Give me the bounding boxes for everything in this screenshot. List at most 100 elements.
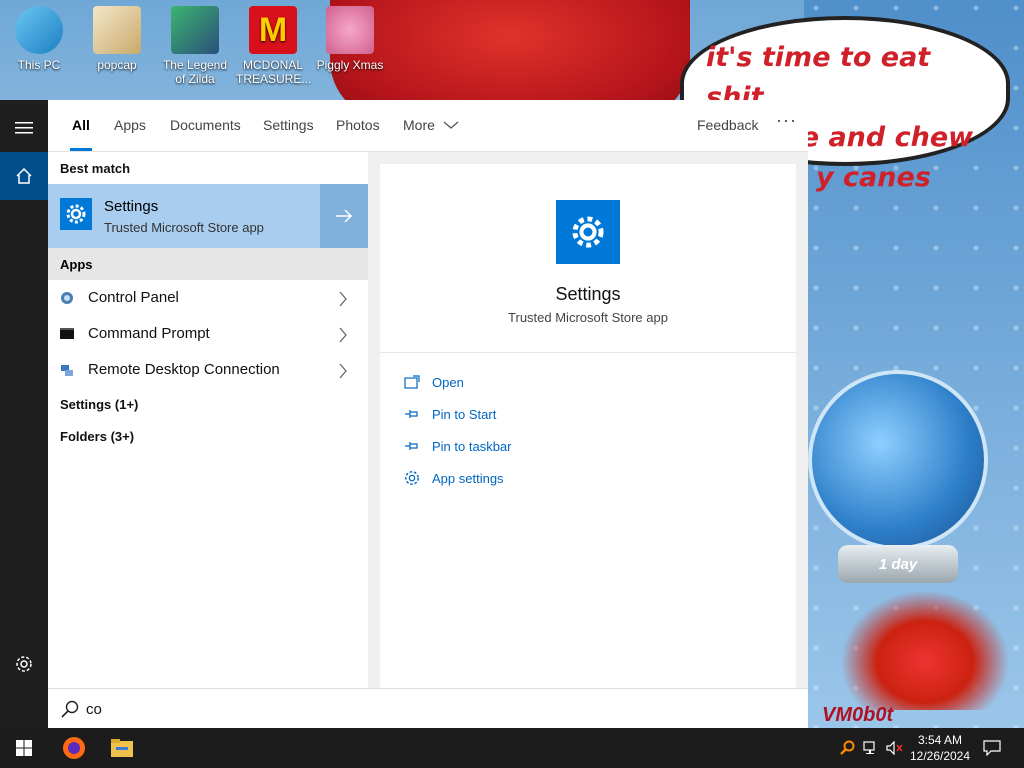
category-settings[interactable]: Settings (1+) <box>60 397 138 412</box>
globe-label: 1 day <box>878 555 918 573</box>
best-match-settings[interactable]: Settings Trusted Microsoft Store app <box>48 184 319 248</box>
file-explorer-icon <box>111 739 133 757</box>
tray-volume-muted-icon[interactable] <box>886 739 904 757</box>
search-panel: All Apps Documents Settings Photos More … <box>48 100 808 688</box>
gear-icon <box>66 204 86 224</box>
more-options-button[interactable]: ··· <box>776 110 797 131</box>
tray-network-icon[interactable] <box>862 739 880 757</box>
gear-icon <box>572 216 604 248</box>
app-row-remote-desktop[interactable]: Remote Desktop Connection <box>48 352 368 388</box>
tab-more-label: More <box>403 117 435 133</box>
start-rail <box>0 100 48 728</box>
desktop-icon-piggly[interactable]: Piggly Xmas <box>313 6 387 72</box>
chevron-right-icon <box>339 291 347 307</box>
mcdonalds-icon: M <box>249 6 297 54</box>
app-row-control-panel[interactable]: Control Panel <box>48 280 368 316</box>
notification-icon <box>983 740 1001 756</box>
chevron-right-icon <box>339 363 347 379</box>
tab-photos[interactable]: Photos <box>336 117 380 133</box>
pig-icon <box>326 6 374 54</box>
action-pin-to-start[interactable]: Pin to Start <box>404 404 496 424</box>
settings-rail-button[interactable] <box>0 640 48 688</box>
taskbar-clock[interactable]: 3:54 AM 12/26/2024 <box>908 732 972 764</box>
windows-logo-icon <box>16 740 32 756</box>
app-row-command-prompt[interactable]: Command Prompt <box>48 316 368 352</box>
desktop-icon-label: This PC <box>17 58 61 72</box>
pin-icon <box>404 438 420 454</box>
gear-icon <box>16 656 32 672</box>
tab-more[interactable]: More <box>403 117 459 133</box>
settings-app-tile <box>60 198 92 230</box>
tab-all[interactable]: All <box>70 117 92 151</box>
desktop-icon-this-pc[interactable]: This PC <box>2 6 76 72</box>
best-match-result: Settings Trusted Microsoft Store app <box>48 184 368 248</box>
action-label: App settings <box>432 470 504 486</box>
desktop-icon-zilda[interactable]: The Legend of Zilda <box>158 6 232 86</box>
firefox-icon <box>63 737 85 759</box>
detail-app-tile <box>556 200 620 264</box>
clock-time: 3:54 AM <box>917 733 963 747</box>
pin-icon <box>404 406 420 422</box>
app-label: Control Panel <box>88 289 179 306</box>
gear-icon <box>404 470 420 486</box>
remote-desktop-icon <box>61 365 73 376</box>
snow-globe-base: 1 day <box>838 545 958 583</box>
home-button[interactable] <box>0 152 48 200</box>
desktop-icon-label: Piggly Xmas <box>316 58 384 72</box>
feedback-button[interactable]: Feedback <box>697 117 758 133</box>
computer-icon <box>15 6 63 54</box>
tab-documents[interactable]: Documents <box>170 117 241 133</box>
search-input[interactable] <box>86 697 786 721</box>
taskbar-firefox[interactable] <box>50 728 98 768</box>
apps-section-header: Apps <box>48 248 368 280</box>
command-prompt-icon <box>60 328 74 339</box>
action-label: Pin to Start <box>432 406 497 422</box>
hamburger-menu-button[interactable] <box>0 104 48 152</box>
desktop-icon-label: popcap <box>97 58 137 72</box>
taskbar: 3:54 AM 12/26/2024 <box>0 728 1024 768</box>
desktop-icon-label: MCDONAL TREASURE... <box>236 58 312 86</box>
watermark-text: VM0b0t <box>822 704 894 726</box>
chevron-right-icon <box>339 327 347 343</box>
best-match-title: Settings <box>104 198 159 215</box>
action-app-settings[interactable]: App settings <box>404 468 504 488</box>
action-center-button[interactable] <box>983 739 1001 757</box>
chevron-down-icon <box>443 121 459 129</box>
arrow-right-icon <box>336 209 353 223</box>
hamburger-icon <box>15 122 33 134</box>
best-match-subtitle: Trusted Microsoft Store app <box>104 220 264 235</box>
desktop-icon-mcdonal[interactable]: M MCDONAL TREASURE... <box>236 6 312 86</box>
search-bar <box>48 688 808 728</box>
best-match-expand-button[interactable] <box>320 184 368 248</box>
game-icon <box>171 6 219 54</box>
christmas-tree <box>840 590 1010 710</box>
search-tabs: All Apps Documents Settings Photos More … <box>48 100 808 152</box>
snow-globe <box>808 370 988 550</box>
app-label: Command Prompt <box>88 325 210 342</box>
open-icon <box>404 374 420 390</box>
volume-muted-icon <box>886 741 903 755</box>
taskbar-file-explorer[interactable] <box>98 728 146 768</box>
clock-date: 12/26/2024 <box>909 749 971 763</box>
detail-pane: Settings Trusted Microsoft Store app Ope… <box>380 164 796 688</box>
results-list: Best match Settings Trusted Microsoft St… <box>48 152 368 688</box>
category-folders[interactable]: Folders (3+) <box>60 429 134 444</box>
tab-settings[interactable]: Settings <box>263 117 314 133</box>
tray-search-icon[interactable] <box>838 739 856 757</box>
desktop-icon-popcap[interactable]: popcap <box>80 6 154 72</box>
start-button[interactable] <box>0 728 48 768</box>
magnifier-icon <box>840 740 855 755</box>
divider <box>380 352 796 353</box>
network-icon <box>863 741 875 754</box>
tab-apps[interactable]: Apps <box>114 117 146 133</box>
action-pin-to-taskbar[interactable]: Pin to taskbar <box>404 436 512 456</box>
action-label: Open <box>432 374 464 390</box>
action-label: Pin to taskbar <box>432 438 512 454</box>
watermark: VM0b0t <box>822 704 893 727</box>
best-match-label: Best match <box>60 161 131 176</box>
control-panel-icon <box>61 292 73 304</box>
action-open[interactable]: Open <box>404 372 464 392</box>
detail-title: Settings <box>555 284 621 304</box>
home-icon <box>16 167 32 184</box>
app-label: Remote Desktop Connection <box>88 361 280 378</box>
